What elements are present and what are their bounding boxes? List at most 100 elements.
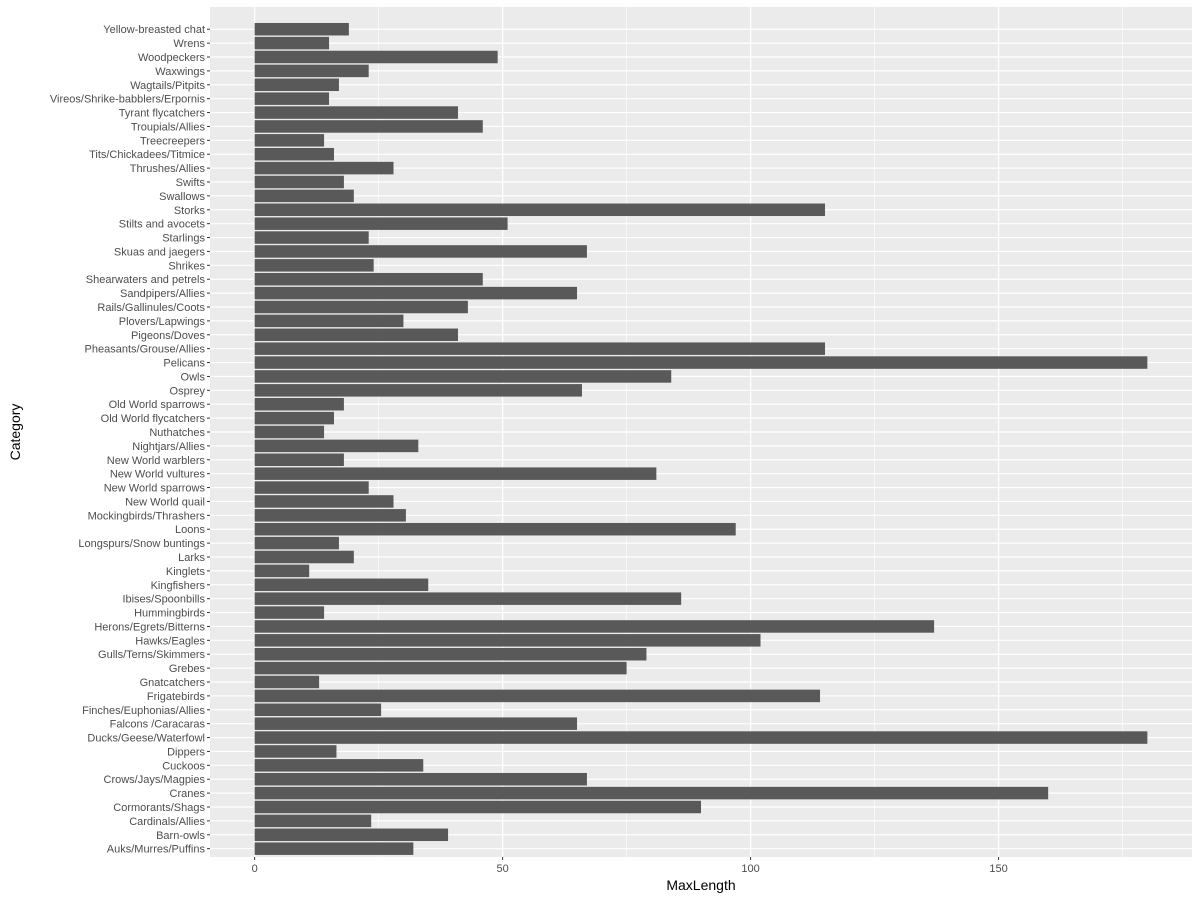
bar-pheasants-grouse-allies [254,342,825,355]
y-tick-label: Thrushes/Allies [130,163,206,175]
bar-sandpipers-allies [254,286,578,300]
y-tick-label: Larks [178,552,205,564]
bar-shearwaters-and-petrels [254,272,483,286]
y-tick-label: Kinglets [166,566,206,578]
y-tick-label: Auks/Murres/Puffins [107,844,206,856]
y-tick-label: Ibises/Spoonbills [122,594,205,606]
y-tick-label: New World warblers [107,455,206,467]
bar-owls [254,370,672,383]
bar-starlings [254,231,369,244]
bar-dippers [254,745,337,758]
bar-waxwings [254,64,369,78]
x-tick-label: 0 [252,863,258,875]
y-tick-label: Falcons /Caracaras [110,719,206,731]
bar-cormorants-shags [254,800,702,814]
y-tick-label: Gulls/Terns/Skimmers [98,649,205,661]
y-tick-label: Pelicans [163,358,205,370]
bar-mockingbirds-thrashers [254,509,406,522]
x-axis-title: MaxLength [666,877,735,893]
y-tick-label: Skuas and jaegers [114,246,206,258]
y-tick-label: Cormorants/Shags [113,802,205,814]
bar-skuas-and-jaegers [254,245,587,258]
bar-cardinals-allies [254,814,372,828]
y-tick-label: Storks [174,205,206,217]
y-tick-label: Vireos/Shrike-babblers/Erpornis [50,94,206,106]
bar-swifts [254,175,344,189]
y-tick-label: Tits/Chickadees/Titmice [89,149,205,161]
bar-cranes [254,786,1049,800]
y-tick-label: Mockingbirds/Thrashers [88,510,206,522]
y-tick-label: Pheasants/Grouse/Allies [85,344,206,356]
y-tick-label: Cardinals/Allies [129,816,205,828]
bar-falcons-caracaras [254,717,578,730]
bar-hummingbirds [254,606,325,619]
bar-ibises-spoonbills [254,592,682,605]
y-tick-label: Owls [181,371,206,383]
bar-troupials-allies [254,120,483,133]
bar-grebes [254,661,627,675]
bar-loons [254,522,736,536]
bar-plovers-lapwings [254,314,404,328]
y-tick-label: New World sparrows [104,483,206,495]
y-tick-label: Gnatcatchers [140,677,206,689]
y-tick-label: Osprey [170,385,206,397]
bar-old-world-sparrows [254,397,344,411]
bar-kingfishers [254,578,429,592]
bar-frigatebirds [254,689,821,703]
y-tick-label: Plovers/Lapwings [119,316,206,328]
x-tick-label: 50 [496,863,508,875]
bar-larks [254,550,354,564]
bar-wagtails-pitpits [254,78,339,92]
bar-auks-murres-puffins [254,842,414,855]
bar-pigeons-doves [254,328,458,342]
bar-new-world-sparrows [254,481,369,494]
y-tick-label: Treecreepers [140,135,206,147]
y-tick-label: Rails/Gallinules/Coots [97,302,205,314]
y-tick-label: Wrens [173,38,205,50]
bar-stilts-and-avocets [254,217,508,230]
bar-shrikes [254,259,374,272]
bar-nuthatches [254,425,325,439]
y-tick-label: Loons [175,524,205,536]
y-tick-label: Wagtails/Pitpits [130,80,205,92]
y-tick-label: Cranes [170,788,206,800]
y-tick-label: Swallows [159,191,205,203]
y-tick-label: Dippers [167,746,205,758]
bar-crows-jays-magpies [254,772,587,786]
y-tick-label: Barn-owls [156,830,205,842]
bar-new-world-warblers [254,453,344,467]
y-tick-label: Kingfishers [151,580,206,592]
y-tick-label: Yellow-breasted chat [103,24,205,36]
bar-treecreepers [254,134,325,147]
y-tick-label: Nuthatches [149,427,205,439]
bar-longspurs-snow-buntings [254,536,339,550]
bar-ducks-geese-waterfowl [254,731,1148,744]
y-tick-label: Grebes [169,663,206,675]
bar-hawks-eagles [254,634,761,647]
bar-vireos-shrike-babblers-erpornis [254,92,330,105]
bar-kinglets [254,564,310,578]
y-tick-label: Woodpeckers [138,52,206,64]
x-tick-label: 100 [741,863,759,875]
bar-new-world-quail [254,495,394,508]
bar-woodpeckers [254,50,498,64]
y-axis-title: Category [7,404,23,461]
bar-gulls-terns-skimmers [254,647,647,661]
bar-new-world-vultures [254,467,657,480]
bar-wrens [254,36,330,50]
y-tick-label: Starlings [162,233,205,245]
y-tick-label: Shearwaters and petrels [86,274,206,286]
y-tick-label: Crows/Jays/Magpies [104,774,206,786]
bar-tits-chickadees-titmice [254,147,334,161]
bar-nightjars-allies [254,439,419,453]
y-tick-label: New World quail [125,496,205,508]
bar-cuckoos [254,759,424,772]
bar-pelicans [254,356,1148,369]
bar-storks [254,203,825,217]
y-tick-label: Sandpipers/Allies [120,288,205,300]
y-tick-label: Longspurs/Snow buntings [78,538,205,550]
bar-chart: Auks/Murres/Puffins Barn-owls Cardinals/Al… [0,0,1200,900]
y-tick-label: Pigeons/Doves [131,330,205,342]
bar-tyrant-flycatchers [254,106,458,119]
bar-herons-egrets-bitterns [254,620,935,633]
